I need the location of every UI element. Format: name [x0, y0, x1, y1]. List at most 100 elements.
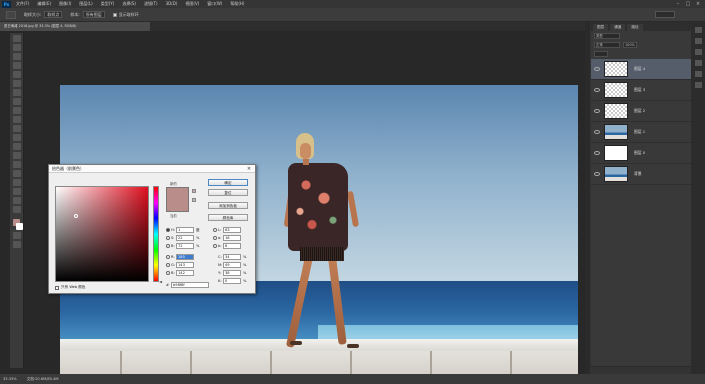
black-input[interactable]: 0: [223, 278, 241, 284]
brightness-input[interactable]: 72: [176, 243, 194, 249]
yellow-input[interactable]: 38: [223, 270, 241, 276]
healing-tool-icon[interactable]: [12, 89, 21, 96]
menu-type[interactable]: 类型(Y): [101, 1, 115, 7]
lab-b-input[interactable]: 6: [223, 243, 241, 249]
saturation-brightness-field[interactable]: [55, 186, 149, 282]
zoom-tool-icon[interactable]: [12, 206, 21, 213]
dock-history-icon[interactable]: [694, 71, 702, 77]
show-sampling-ring-checkbox[interactable]: 显示取样环: [112, 12, 139, 18]
dock-adjustments-icon[interactable]: [694, 49, 702, 55]
color-marker[interactable]: [74, 214, 78, 218]
document-tab[interactable]: 夏日海滩 2016.jpg @ 33.3% (图层 4, RGB/8): [0, 22, 150, 31]
reset-button[interactable]: 复位: [208, 189, 248, 196]
green-input[interactable]: 143: [176, 262, 194, 268]
shape-tool-icon[interactable]: [12, 188, 21, 195]
move-tool-icon[interactable]: [12, 35, 21, 42]
hue-slider[interactable]: [153, 186, 159, 282]
eyedropper-tool-icon[interactable]: [12, 80, 21, 87]
brightness-radio[interactable]: [166, 244, 170, 248]
menu-layer[interactable]: 图层(L): [79, 1, 92, 7]
dock-color-icon[interactable]: [694, 27, 702, 33]
out-of-gamut-warning-icon[interactable]: [192, 189, 196, 193]
dock-swatches-icon[interactable]: [694, 38, 702, 44]
dodge-tool-icon[interactable]: [12, 152, 21, 159]
marquee-tool-icon[interactable]: [12, 44, 21, 51]
crop-tool-icon[interactable]: [12, 71, 21, 78]
lab-b-radio[interactable]: [213, 244, 217, 248]
hue-radio[interactable]: [166, 228, 170, 232]
history-brush-tool-icon[interactable]: [12, 116, 21, 123]
path-select-tool-icon[interactable]: [12, 179, 21, 186]
saturation-radio[interactable]: [166, 236, 170, 240]
layer-row[interactable]: 图层 4: [591, 59, 705, 80]
tab-layers[interactable]: 图层: [593, 24, 609, 31]
lock-controls[interactable]: [594, 51, 608, 57]
visibility-eye-icon[interactable]: [594, 109, 600, 113]
red-radio[interactable]: [166, 255, 170, 259]
maximize-icon[interactable]: □: [684, 1, 692, 7]
lab-a-radio[interactable]: [213, 236, 217, 240]
hue-input[interactable]: 1: [176, 227, 194, 233]
zoom-level[interactable]: 33.33%: [3, 377, 17, 381]
menu-edit[interactable]: 编辑(E): [37, 1, 51, 7]
add-to-swatches-button[interactable]: 添加到色板: [208, 202, 248, 209]
layer-kind-filter[interactable]: 类型: [594, 33, 620, 39]
visibility-eye-icon[interactable]: [594, 172, 600, 176]
visibility-eye-icon[interactable]: [594, 88, 600, 92]
screen-mode-icon[interactable]: [12, 241, 21, 248]
visibility-eye-icon[interactable]: [594, 130, 600, 134]
opacity-input[interactable]: 100%: [623, 42, 637, 48]
lab-a-input[interactable]: 18: [223, 235, 241, 241]
menu-window[interactable]: 窗口(W): [207, 1, 222, 7]
layer-row[interactable]: 图层 3: [591, 80, 705, 101]
saturation-input[interactable]: 22: [176, 235, 194, 241]
red-input[interactable]: 185: [176, 254, 194, 260]
menu-3d[interactable]: 3D(D): [166, 1, 178, 7]
minimize-icon[interactable]: –: [674, 1, 682, 7]
web-colors-only-checkbox[interactable]: 只有 Web 颜色: [55, 285, 86, 290]
visibility-eye-icon[interactable]: [594, 67, 600, 71]
background-color-swatch[interactable]: [16, 223, 23, 230]
eyedropper-tool-preset-icon[interactable]: [6, 10, 16, 19]
blur-tool-icon[interactable]: [12, 143, 21, 150]
quick-mask-icon[interactable]: [12, 232, 21, 239]
eraser-tool-icon[interactable]: [12, 125, 21, 132]
stamp-tool-icon[interactable]: [12, 107, 21, 114]
sample-size-select[interactable]: 取样点: [44, 11, 63, 18]
dock-properties-icon[interactable]: [694, 82, 702, 88]
menu-help[interactable]: 帮助(H): [230, 1, 244, 7]
quick-select-tool-icon[interactable]: [12, 62, 21, 69]
brush-tool-icon[interactable]: [12, 98, 21, 105]
web-safe-warning-icon[interactable]: [192, 198, 196, 202]
type-tool-icon[interactable]: [12, 170, 21, 177]
green-radio[interactable]: [166, 263, 170, 267]
layer-row[interactable]: 图层 1: [591, 122, 705, 143]
layer-row[interactable]: 图层 2: [591, 101, 705, 122]
workspace-select[interactable]: [655, 11, 675, 18]
hand-tool-icon[interactable]: [12, 197, 21, 204]
hue-arrow-icon[interactable]: ◄: [159, 279, 162, 284]
ok-button[interactable]: 确定: [208, 179, 248, 186]
current-color-swatch[interactable]: [166, 200, 189, 212]
gradient-tool-icon[interactable]: [12, 134, 21, 141]
visibility-eye-icon[interactable]: [594, 151, 600, 155]
menu-select[interactable]: 选择(S): [122, 1, 136, 7]
menu-file[interactable]: 文件(F): [16, 1, 29, 7]
color-libraries-button[interactable]: 颜色库: [208, 214, 248, 221]
sample-select[interactable]: 所有图层: [82, 11, 105, 18]
layer-row[interactable]: 图层 0: [591, 143, 705, 164]
hex-input[interactable]: b98f8f: [171, 282, 210, 288]
layer-row[interactable]: 背景: [591, 164, 705, 185]
lab-l-input[interactable]: 63: [223, 227, 241, 233]
blue-radio[interactable]: [166, 271, 170, 275]
close-icon[interactable]: ×: [246, 165, 252, 173]
menu-filter[interactable]: 滤镜(T): [144, 1, 158, 7]
blend-mode-select[interactable]: 正常: [594, 42, 620, 48]
cyan-input[interactable]: 34: [223, 254, 241, 260]
pen-tool-icon[interactable]: [12, 161, 21, 168]
close-icon[interactable]: ×: [694, 1, 702, 7]
dock-styles-icon[interactable]: [694, 60, 702, 66]
blue-input[interactable]: 142: [176, 270, 194, 276]
menu-view[interactable]: 视图(V): [185, 1, 199, 7]
menu-image[interactable]: 图像(I): [59, 1, 71, 7]
